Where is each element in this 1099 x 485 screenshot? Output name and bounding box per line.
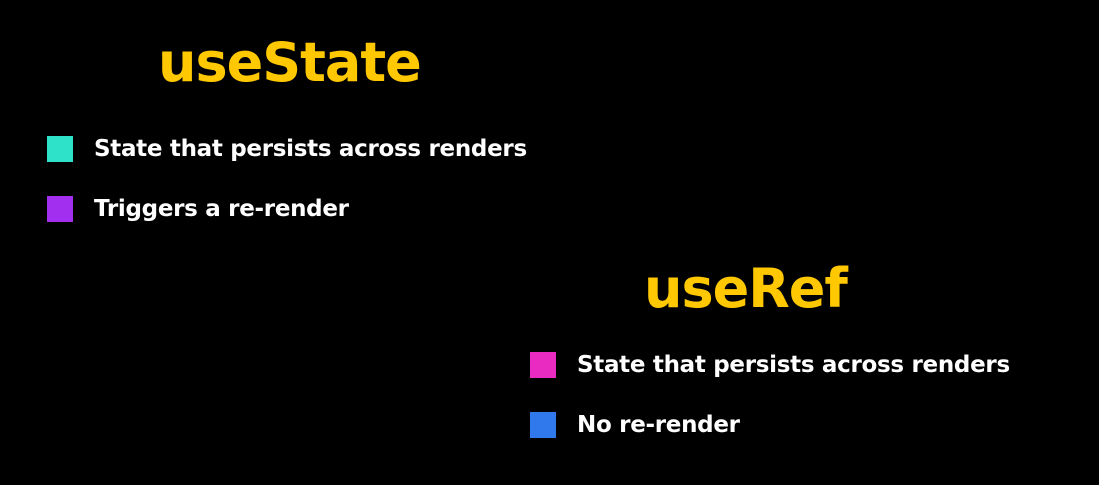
square-bullet-icon [530, 352, 556, 378]
bullet-text: No re-render [577, 412, 740, 438]
usestate-heading: useState [158, 31, 422, 94]
list-item: State that persists across renders [47, 134, 527, 164]
square-bullet-icon [530, 412, 556, 438]
bullet-text: State that persists across renders [94, 136, 527, 162]
list-item: Triggers a re-render [47, 194, 527, 224]
useref-heading: useRef [644, 257, 848, 320]
list-item: No re-render [530, 410, 1010, 440]
usestate-bullet-list: State that persists across renders Trigg… [47, 134, 527, 254]
square-bullet-icon [47, 196, 73, 222]
useref-bullet-list: State that persists across renders No re… [530, 350, 1010, 470]
list-item: State that persists across renders [530, 350, 1010, 380]
bullet-text: State that persists across renders [577, 352, 1010, 378]
square-bullet-icon [47, 136, 73, 162]
bullet-text: Triggers a re-render [94, 196, 349, 222]
